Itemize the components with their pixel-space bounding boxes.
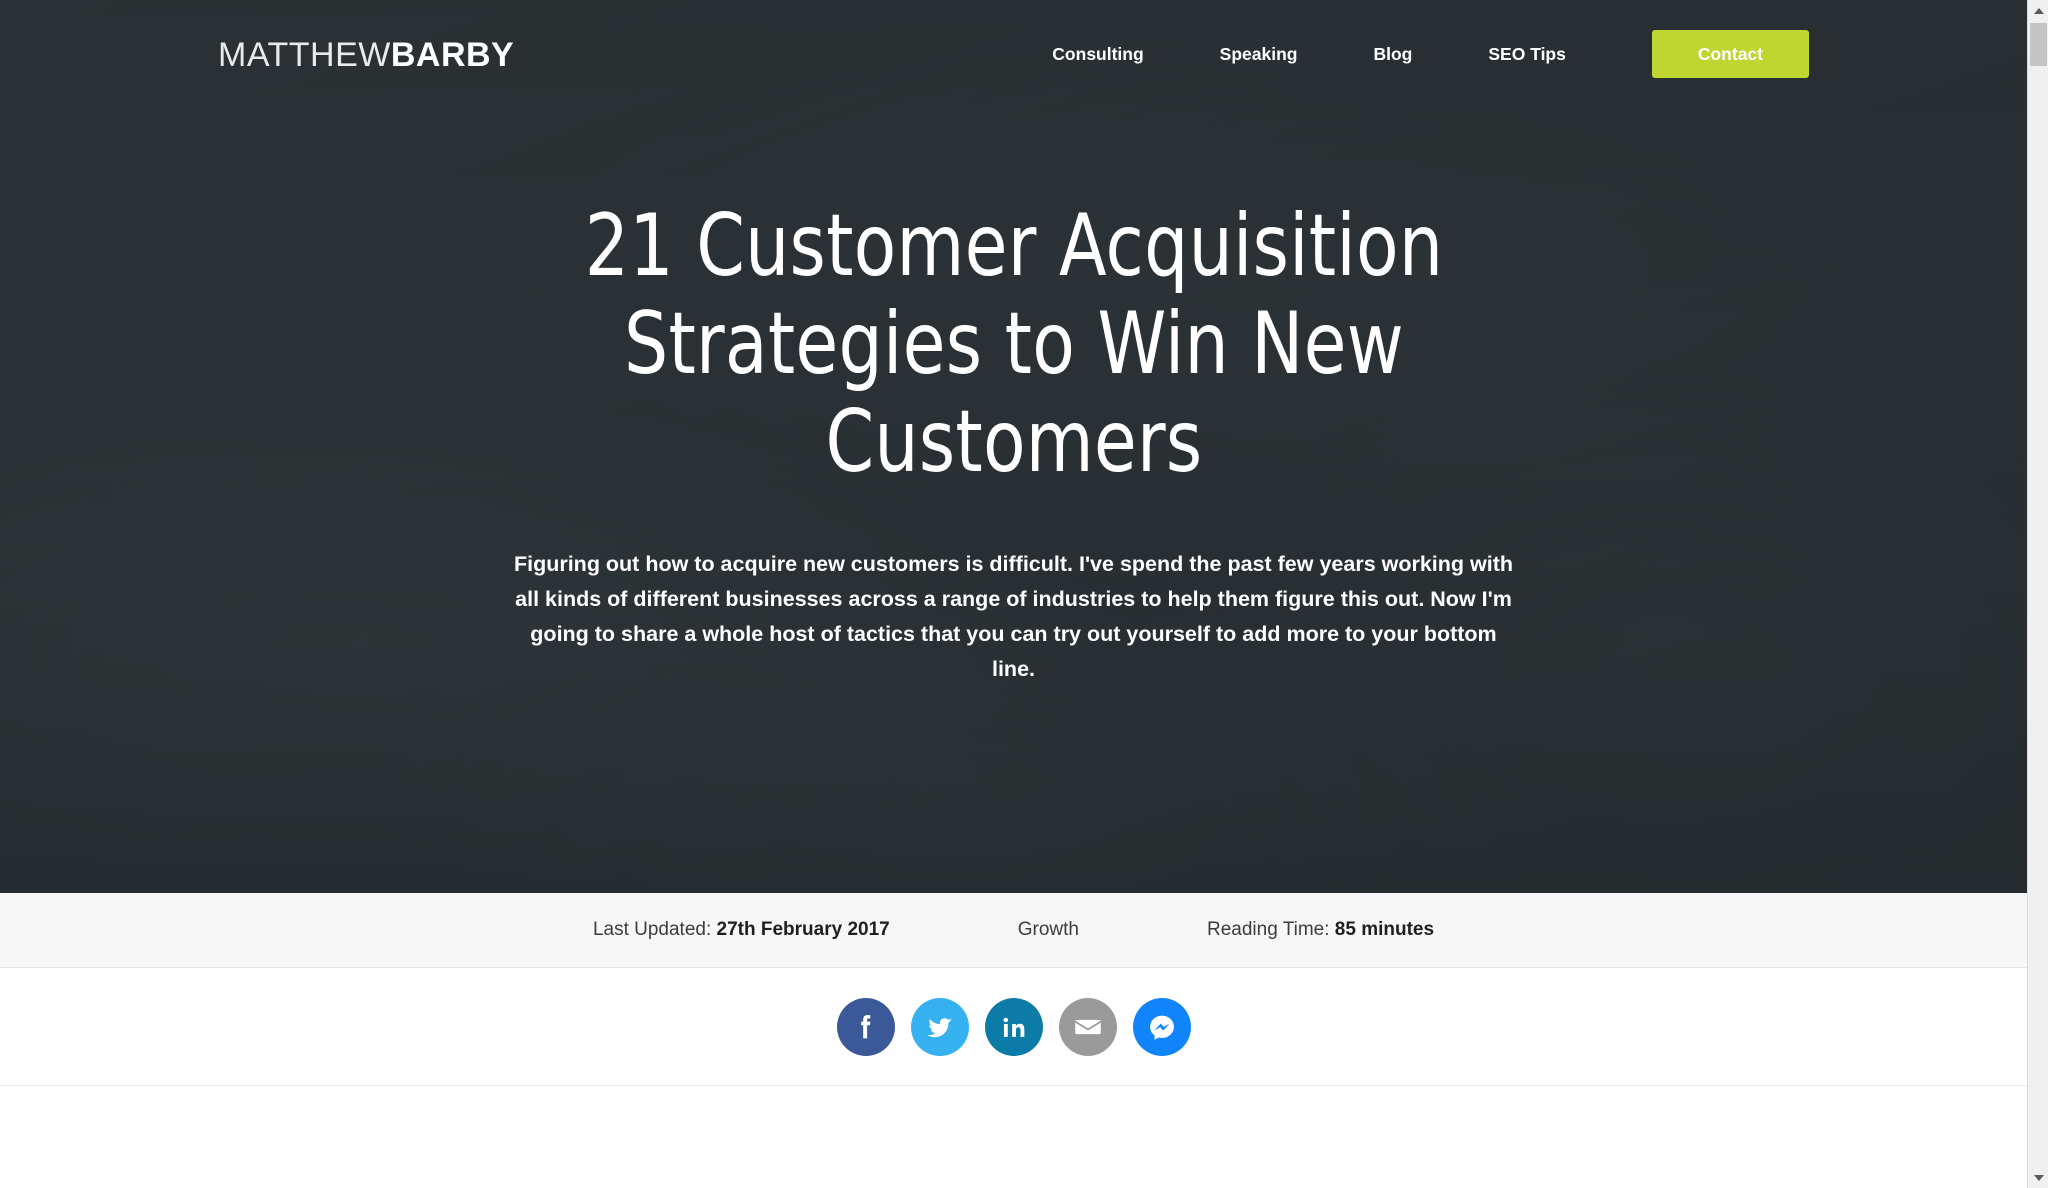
last-updated-value: 27th February 2017 xyxy=(716,919,890,940)
article-meta-bar: Last Updated: 27th February 2017 Growth … xyxy=(0,893,2027,968)
nav-item-speaking[interactable]: Speaking xyxy=(1182,30,1336,78)
category-link[interactable]: Growth xyxy=(1018,919,1079,941)
twitter-icon xyxy=(926,1017,952,1037)
logo-text-light: MATTHEW xyxy=(218,36,391,74)
nav-item-seo-tips[interactable]: SEO Tips xyxy=(1450,30,1603,78)
linkedin-icon xyxy=(1003,1017,1024,1037)
page-viewport: MATTHEWBARBY Consulting Speaking Blog SE… xyxy=(0,0,2027,1188)
facebook-icon xyxy=(860,1014,870,1038)
logo-text-bold: BARBY xyxy=(390,36,515,74)
hero-content: 21 Customer Acquisition Strategies to Wi… xyxy=(494,125,1534,686)
page-title: 21 Customer Acquisition Strategies to Wi… xyxy=(584,196,1443,493)
reading-time-value: 85 minutes xyxy=(1334,919,1435,940)
messenger-icon xyxy=(1149,1015,1174,1040)
email-share-button[interactable] xyxy=(1058,997,1117,1056)
site-logo[interactable]: MATTHEWBARBY xyxy=(218,38,514,72)
hero-section: MATTHEWBARBY Consulting Speaking Blog SE… xyxy=(0,0,2027,893)
email-icon xyxy=(1074,1019,1101,1034)
browser-page: MATTHEWBARBY Consulting Speaking Blog SE… xyxy=(0,0,2048,1188)
hero-subtitle: Figuring out how to acquire new customer… xyxy=(513,552,1514,681)
scrollbar-thumb[interactable] xyxy=(2030,23,2047,66)
twitter-share-button[interactable] xyxy=(910,997,969,1056)
contact-button[interactable]: Contact xyxy=(1651,30,1809,78)
main-navigation: Consulting Speaking Blog SEO Tips Contac… xyxy=(1014,30,1809,78)
site-header: MATTHEWBARBY Consulting Speaking Blog SE… xyxy=(0,0,2027,125)
last-updated: Last Updated: 27th February 2017 xyxy=(593,919,890,941)
nav-item-blog[interactable]: Blog xyxy=(1335,30,1450,78)
linkedin-share-button[interactable] xyxy=(984,997,1043,1056)
page-scrollbar[interactable] xyxy=(2027,0,2048,1188)
messenger-share-button[interactable] xyxy=(1132,997,1191,1056)
nav-item-consulting[interactable]: Consulting xyxy=(1014,30,1181,78)
scrollbar-up-arrow[interactable] xyxy=(2028,0,2048,21)
facebook-share-button[interactable] xyxy=(836,997,895,1056)
scrollbar-down-arrow[interactable] xyxy=(2028,1167,2048,1188)
article-body-start xyxy=(0,1086,2027,1188)
social-share-bar xyxy=(0,968,2027,1086)
reading-time: Reading Time: 85 minutes xyxy=(1207,919,1434,941)
last-updated-label: Last Updated: xyxy=(592,919,712,940)
reading-time-label: Reading Time: xyxy=(1206,919,1330,940)
